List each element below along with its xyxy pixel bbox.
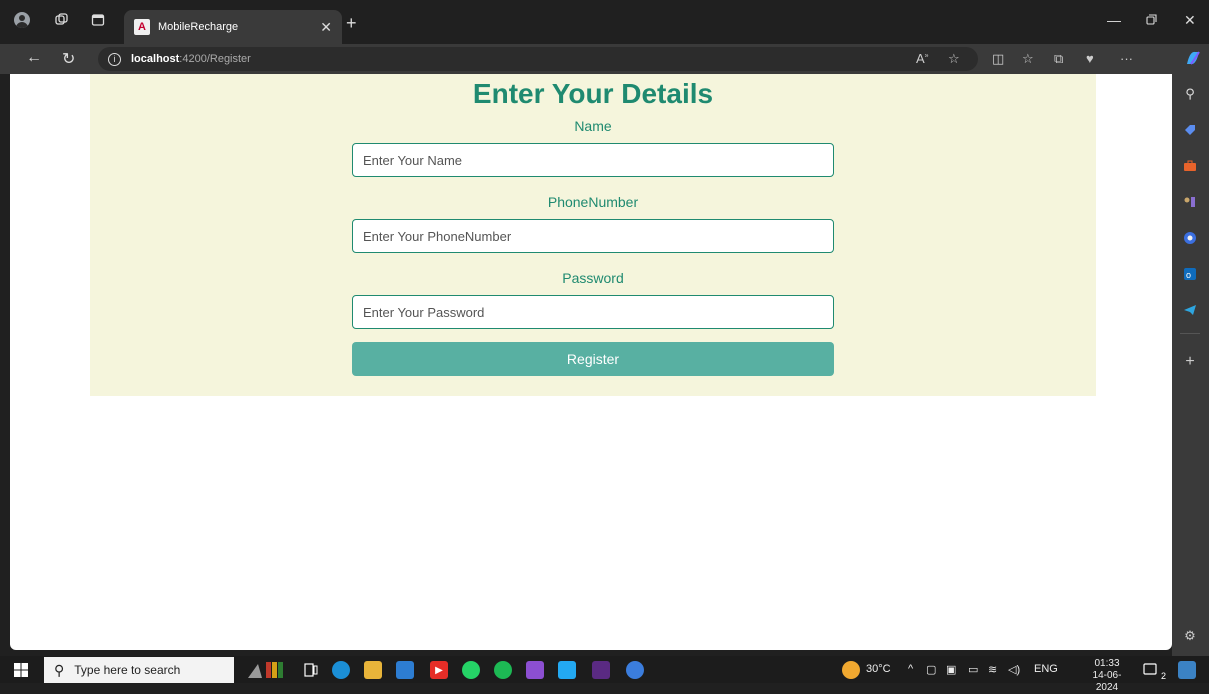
language-indicator[interactable]: ENG — [1034, 663, 1058, 675]
notification-count: 2 — [1160, 671, 1166, 681]
clock-time: 01:33 — [1094, 658, 1120, 669]
workspaces-icon[interactable] — [52, 10, 72, 30]
clock-date: 14-06-2024 — [1092, 670, 1122, 693]
terminal-icon[interactable] — [592, 661, 610, 679]
whatsapp-icon[interactable] — [462, 661, 480, 679]
edge-browser-icon[interactable] — [332, 661, 350, 679]
svg-text:o: o — [1186, 270, 1191, 280]
url-path: :4200/Register — [179, 53, 251, 65]
sidebar-settings-icon[interactable]: ⚙ — [1182, 628, 1198, 644]
close-tab-icon[interactable]: ✕ — [320, 19, 332, 36]
address-bar-row: ← ↻ i localhost :4200/Register A» ☆ ◫ ☆ … — [0, 44, 1209, 74]
windows-taskbar: ⚲ Type here to search ▶ 30°C ^ ▢ ▣ ▭ ≋ ◁… — [0, 656, 1209, 693]
site-info-icon[interactable]: i — [108, 52, 121, 66]
restore-icon[interactable] — [1146, 12, 1157, 28]
tools-briefcase-icon[interactable] — [1182, 158, 1198, 174]
profile-icon[interactable] — [12, 10, 32, 30]
tab-title: MobileRecharge — [158, 21, 239, 33]
telegram-icon[interactable] — [1182, 302, 1198, 318]
search-icon[interactable]: ⚲ — [1182, 86, 1198, 102]
page-title: Enter Your Details — [472, 78, 714, 109]
spotify-icon[interactable] — [494, 661, 512, 679]
taskbar-search-placeholder: Type here to search — [74, 663, 181, 677]
youtube-icon[interactable]: ▶ — [430, 661, 448, 679]
task-view-icon[interactable] — [302, 661, 320, 679]
taskbar-search-box[interactable]: ⚲ Type here to search — [44, 657, 234, 683]
split-screen-icon[interactable]: ◫ — [992, 51, 1004, 67]
sidebar-divider — [1180, 333, 1200, 334]
name-label: Name — [574, 118, 612, 134]
weather-icon[interactable] — [842, 661, 860, 679]
shopping-tag-icon[interactable] — [1182, 122, 1198, 138]
search-icon: ⚲ — [54, 661, 65, 678]
page-viewport: Enter Your Details Name PhoneNumber Pass… — [10, 74, 1172, 650]
url-host: localhost — [131, 53, 180, 65]
search-highlight-icon[interactable] — [246, 661, 286, 679]
outlook-icon[interactable]: o — [1182, 266, 1198, 282]
microsoft-365-icon[interactable] — [1182, 230, 1198, 246]
add-sidebar-app-icon[interactable]: + — [1182, 353, 1198, 370]
battery-icon[interactable]: ▭ — [968, 663, 978, 676]
temperature[interactable]: 30°C — [866, 663, 891, 675]
name-input[interactable] — [352, 143, 834, 177]
favorites-icon[interactable]: ☆ — [1022, 51, 1034, 67]
visual-studio-icon[interactable] — [526, 661, 544, 679]
vs-code-icon[interactable] — [558, 661, 576, 679]
microsoft-store-icon[interactable] — [396, 661, 414, 679]
new-tab-icon[interactable]: + — [346, 13, 357, 34]
file-explorer-icon[interactable] — [364, 661, 382, 679]
browser-essentials-icon[interactable]: ♥ — [1086, 51, 1094, 66]
system-clock[interactable]: 01:33 14-06-2024 — [1082, 658, 1132, 694]
tray-meet-icon[interactable]: ▣ — [946, 663, 956, 676]
close-window-icon[interactable]: ✕ — [1184, 12, 1196, 29]
password-input[interactable] — [352, 295, 834, 329]
tab-actions-icon[interactable] — [88, 10, 108, 30]
collections-icon[interactable]: ⧉ — [1054, 51, 1063, 67]
volume-icon[interactable]: ◁) — [1008, 663, 1020, 676]
phone-number-input[interactable] — [352, 219, 834, 253]
browser-tab-strip: A MobileRecharge ✕ + — ✕ — [0, 0, 1209, 44]
edge-sidebar: ⚲ o + ⚙ — [1172, 74, 1209, 656]
tab-mobilerecharge[interactable]: A MobileRecharge ✕ — [124, 10, 342, 44]
refresh-icon[interactable]: ↻ — [62, 49, 75, 69]
minimize-icon[interactable]: — — [1107, 12, 1121, 28]
back-icon[interactable]: ← — [26, 49, 42, 67]
angular-favicon-icon: A — [134, 19, 150, 35]
copilot-icon[interactable] — [1184, 49, 1202, 70]
windows-start-icon[interactable] — [12, 661, 30, 679]
phone-number-label: PhoneNumber — [547, 194, 639, 210]
url-field[interactable]: i localhost :4200/Register — [98, 47, 978, 71]
password-label: Password — [562, 270, 624, 286]
favorite-star-icon[interactable]: ☆ — [948, 51, 960, 67]
register-button[interactable]: Register — [352, 342, 834, 376]
read-aloud-icon[interactable]: A» — [916, 51, 929, 66]
tray-app-icon[interactable]: ▢ — [926, 663, 936, 676]
register-form-panel: Enter Your Details Name PhoneNumber Pass… — [90, 74, 1096, 396]
wifi-icon[interactable]: ≋ — [988, 663, 997, 676]
more-options-icon[interactable]: ··· — [1120, 51, 1133, 66]
copilot-taskbar-icon[interactable] — [1178, 661, 1196, 679]
chrome-icon[interactable] — [626, 661, 644, 679]
notifications-icon[interactable]: 2 — [1142, 661, 1166, 681]
games-icon[interactable] — [1182, 194, 1198, 210]
show-hidden-icons-icon[interactable]: ^ — [908, 663, 913, 675]
